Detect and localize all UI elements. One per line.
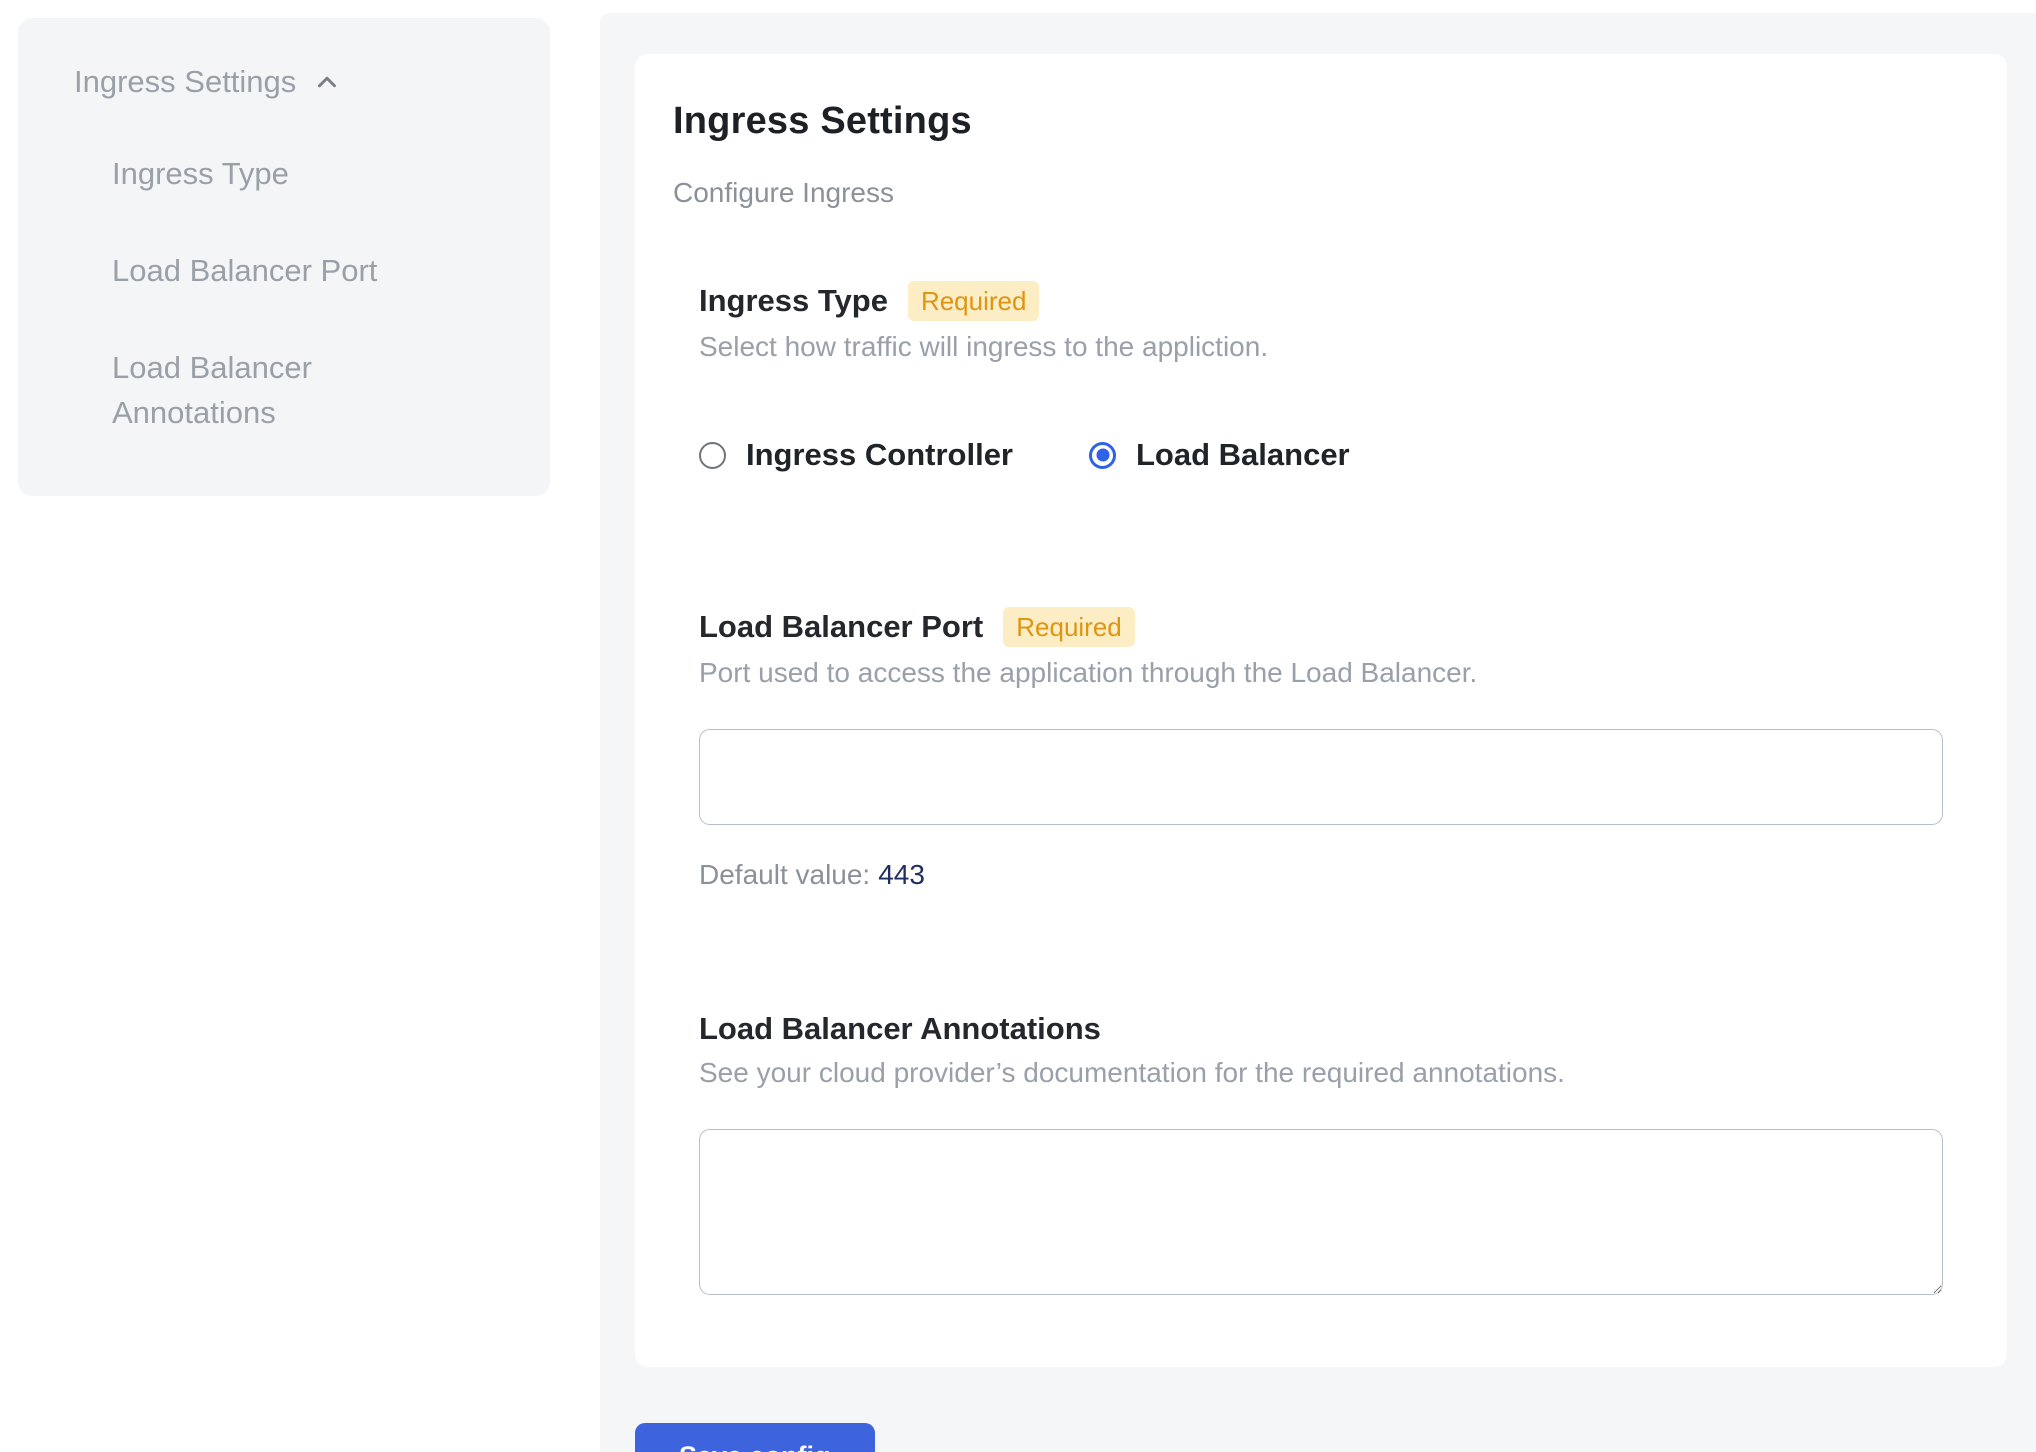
required-badge: Required [1003, 607, 1135, 647]
required-badge: Required [908, 281, 1040, 321]
default-value-line: Default value: 443 [699, 859, 1943, 891]
load-balancer-annotations-label: Load Balancer Annotations [699, 1011, 1101, 1047]
sidebar-group-ingress-settings[interactable]: Ingress Settings [74, 64, 510, 100]
section-ingress-type-head: Ingress Type Required [699, 281, 1943, 321]
save-config-button[interactable]: Save config [635, 1423, 875, 1452]
section-ingress-type: Ingress Type Required Select how traffic… [699, 281, 1943, 473]
chevron-up-icon [312, 67, 342, 97]
default-value-label: Default value: [699, 859, 870, 890]
radio-option-load-balancer[interactable]: Load Balancer [1089, 437, 1350, 473]
page-subtitle: Configure Ingress [673, 177, 1967, 209]
section-load-balancer-annotations: Load Balancer Annotations See your cloud… [699, 1011, 1943, 1295]
settings-sidebar: Ingress Settings Ingress Type Load Balan… [18, 18, 550, 496]
sidebar-group-label: Ingress Settings [74, 64, 296, 100]
ingress-type-description: Select how traffic will ingress to the a… [699, 331, 1943, 363]
radio-icon-load-balancer[interactable] [1089, 442, 1116, 469]
load-balancer-port-description: Port used to access the application thro… [699, 657, 1943, 689]
ingress-type-radio-group: Ingress Controller Load Balancer [699, 437, 1943, 473]
sidebar-item-ingress-type[interactable]: Ingress Type [112, 152, 442, 197]
section-load-balancer-port: Load Balancer Port Required Port used to… [699, 607, 1943, 891]
sidebar-item-load-balancer-annotations[interactable]: Load Balancer Annotations [112, 346, 442, 436]
sidebar-item-list: Ingress Type Load Balancer Port Load Bal… [112, 152, 510, 436]
form-sections: Ingress Type Required Select how traffic… [699, 281, 1967, 1295]
section-load-balancer-port-head: Load Balancer Port Required [699, 607, 1943, 647]
radio-label-load-balancer: Load Balancer [1136, 437, 1350, 473]
radio-option-ingress-controller[interactable]: Ingress Controller [699, 437, 1013, 473]
ingress-type-label: Ingress Type [699, 283, 888, 319]
load-balancer-annotations-description: See your cloud provider’s documentation … [699, 1057, 1943, 1089]
main-panel: Ingress Settings Configure Ingress Ingre… [600, 13, 2036, 1452]
ingress-settings-card: Ingress Settings Configure Ingress Ingre… [635, 54, 2007, 1367]
default-value: 443 [878, 859, 925, 890]
radio-icon-ingress-controller[interactable] [699, 442, 726, 469]
section-load-balancer-annotations-head: Load Balancer Annotations [699, 1011, 1943, 1047]
radio-label-ingress-controller: Ingress Controller [746, 437, 1013, 473]
page-title: Ingress Settings [673, 100, 1967, 143]
load-balancer-port-label: Load Balancer Port [699, 609, 983, 645]
sidebar-item-load-balancer-port[interactable]: Load Balancer Port [112, 249, 442, 294]
load-balancer-port-input[interactable] [699, 729, 1943, 825]
load-balancer-annotations-textarea[interactable] [699, 1129, 1943, 1295]
